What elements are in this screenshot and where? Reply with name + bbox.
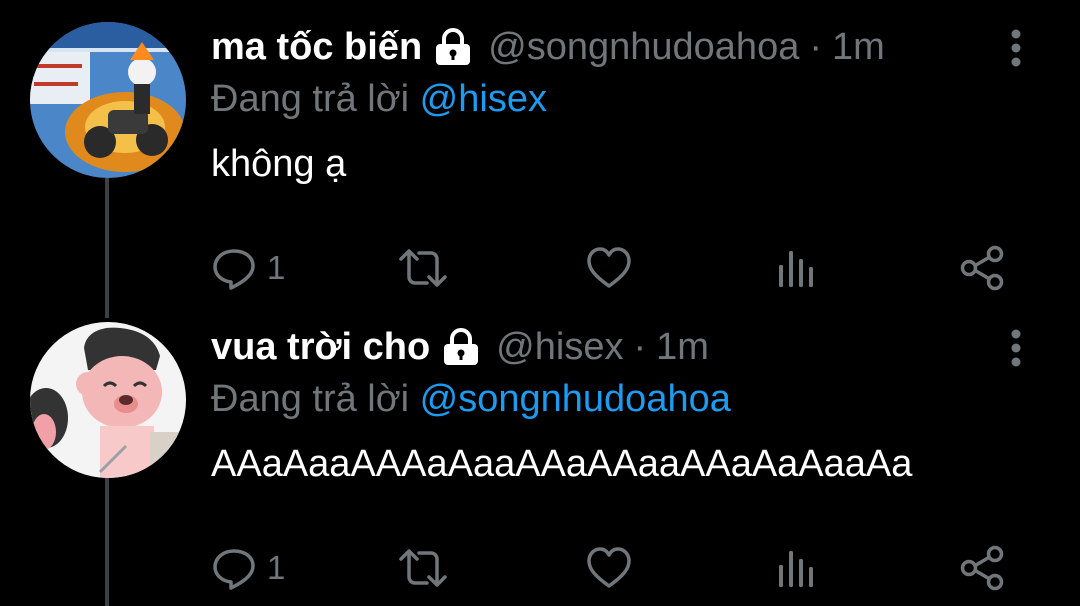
share-icon bbox=[960, 245, 1004, 291]
analytics-button[interactable] bbox=[777, 540, 815, 596]
analytics-button[interactable] bbox=[777, 240, 815, 296]
share-button[interactable] bbox=[959, 240, 1005, 296]
tweet[interactable]: ma tốc biến @songnhudoahoa · 1m Đang trả… bbox=[0, 22, 1080, 291]
reply-handle-link[interactable]: @hisex bbox=[420, 78, 547, 120]
user-handle[interactable]: @songnhudoahoa bbox=[488, 22, 799, 72]
retweet-icon bbox=[399, 549, 447, 587]
reply-button[interactable]: 1 bbox=[211, 540, 285, 596]
share-icon bbox=[960, 545, 1004, 591]
display-name[interactable]: ma tốc biến bbox=[211, 22, 422, 72]
separator-dot: · bbox=[809, 26, 822, 68]
retweet-button[interactable] bbox=[397, 240, 449, 296]
more-vertical-icon bbox=[1011, 29, 1021, 67]
timestamp[interactable]: 1m bbox=[656, 322, 709, 372]
tweet-text: AAaAaaAAAaAaaAAaAAaaAAaAaAaaAa bbox=[211, 443, 913, 485]
like-button[interactable] bbox=[585, 540, 633, 596]
user-handle[interactable]: @hisex bbox=[496, 322, 623, 372]
more-vertical-icon bbox=[1011, 329, 1021, 367]
more-options-button[interactable] bbox=[998, 328, 1034, 368]
like-button[interactable] bbox=[585, 240, 633, 296]
more-options-button[interactable] bbox=[998, 28, 1034, 68]
display-name[interactable]: vua trời cho bbox=[211, 322, 430, 372]
reply-handle-link[interactable]: @songnhudoahoa bbox=[420, 378, 731, 420]
timestamp[interactable]: 1m bbox=[832, 22, 885, 72]
separator-dot: · bbox=[633, 326, 647, 368]
share-button[interactable] bbox=[959, 540, 1005, 596]
replying-to-label: Đang trả lời bbox=[211, 378, 410, 420]
reply-count: 1 bbox=[267, 549, 286, 586]
retweet-icon bbox=[399, 249, 447, 287]
avatar[interactable] bbox=[30, 22, 186, 178]
retweet-button[interactable] bbox=[397, 540, 449, 596]
avatar[interactable] bbox=[30, 322, 186, 478]
reply-button[interactable]: 1 bbox=[211, 240, 285, 296]
analytics-icon bbox=[779, 551, 813, 587]
tweet-header: ma tốc biến @songnhudoahoa · 1m bbox=[211, 22, 885, 72]
like-icon bbox=[587, 247, 631, 288]
tweet-header: vua trời cho @hisex · 1m bbox=[211, 322, 709, 372]
lock-icon bbox=[432, 27, 474, 67]
reply-count: 1 bbox=[267, 249, 286, 286]
replying-to: Đang trả lời @songnhudoahoa bbox=[211, 374, 731, 424]
reply-icon bbox=[213, 249, 255, 290]
lock-icon bbox=[440, 327, 482, 367]
replying-to-label: Đang trả lời bbox=[211, 78, 410, 120]
tweet-actions: 1 bbox=[211, 540, 1011, 596]
like-icon bbox=[587, 547, 631, 588]
tweet-actions: 1 bbox=[211, 240, 1011, 296]
tweet[interactable]: vua trời cho @hisex · 1m Đang trả lời @s… bbox=[0, 322, 1080, 606]
replying-to: Đang trả lời @hisex bbox=[211, 74, 547, 124]
tweet-text: không ạ bbox=[211, 143, 347, 185]
reply-icon bbox=[213, 549, 255, 590]
analytics-icon bbox=[779, 251, 813, 287]
